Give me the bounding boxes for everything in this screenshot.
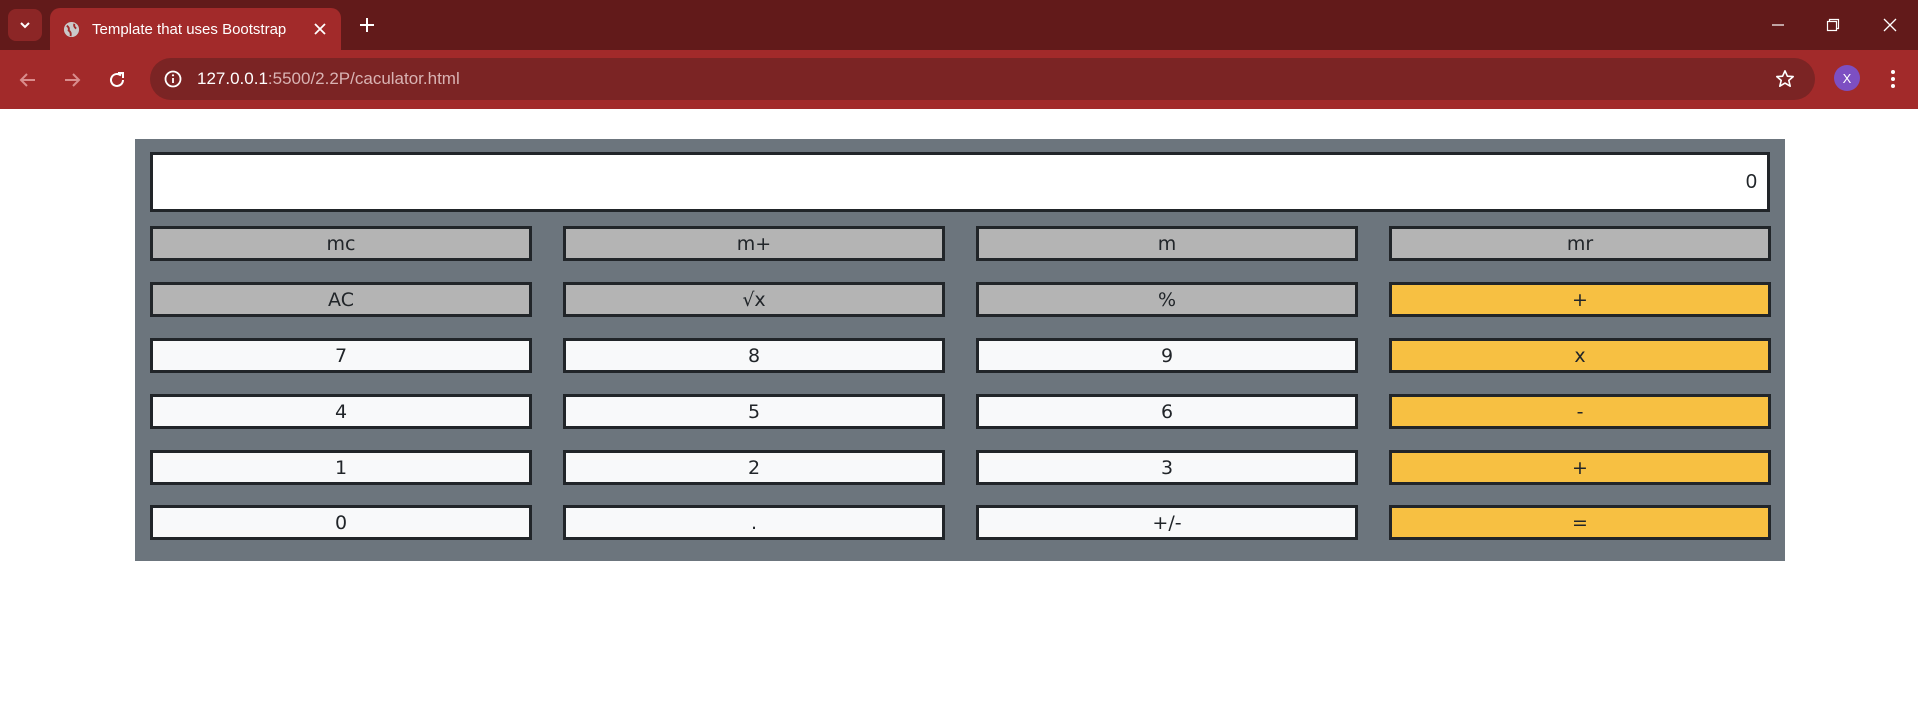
calc-key-10[interactable]: 9 [976, 338, 1358, 373]
calc-key-3[interactable]: mr [1389, 226, 1771, 261]
calc-key-19[interactable]: + [1389, 450, 1771, 485]
url-path: :5500/2.2P/caculator.html [267, 69, 460, 88]
minimize-icon [1772, 24, 1784, 26]
calc-key-4[interactable]: AC [150, 282, 532, 317]
info-icon[interactable] [161, 67, 185, 91]
star-icon[interactable] [1773, 67, 1797, 91]
plus-icon [360, 18, 374, 32]
back-button[interactable] [12, 64, 44, 96]
calculator-display: 0 [150, 152, 1770, 212]
calc-key-20[interactable]: 0 [150, 505, 532, 540]
new-tab-button[interactable] [352, 10, 382, 40]
calc-key-8[interactable]: 7 [150, 338, 532, 373]
calc-key-5[interactable]: √x [563, 282, 945, 317]
tab-search-button[interactable] [8, 9, 42, 41]
calc-key-7[interactable]: + [1389, 282, 1771, 317]
browser-tab[interactable]: Template that uses Bootstrap [50, 8, 341, 50]
browser-toolbar: 127.0.0.1:5500/2.2P/caculator.html X [0, 50, 1918, 109]
calc-key-23[interactable]: = [1389, 505, 1771, 540]
restore-icon [1826, 18, 1840, 32]
tab-bar: Template that uses Bootstrap [0, 0, 1918, 50]
restore-button[interactable] [1815, 10, 1851, 40]
forward-icon [65, 73, 81, 87]
minimize-button[interactable] [1760, 10, 1796, 40]
calc-key-21[interactable]: . [563, 505, 945, 540]
back-icon [19, 73, 35, 87]
calc-key-6[interactable]: % [976, 282, 1358, 317]
profile-avatar[interactable]: X [1834, 65, 1860, 91]
address-bar[interactable]: 127.0.0.1:5500/2.2P/caculator.html [150, 58, 1815, 100]
calc-key-22[interactable]: +/- [976, 505, 1358, 540]
calculator: 0 mc m+ m mr AC √x% +7 8 9 x 4 5 6- 1 2 3 +0. +/- = [135, 139, 1785, 561]
url-host: 127.0.0.1 [197, 69, 268, 88]
forward-button[interactable] [56, 64, 88, 96]
close-window-button[interactable] [1872, 10, 1908, 40]
calc-key-15[interactable]: - [1389, 394, 1771, 429]
calc-key-0[interactable]: mc [150, 226, 532, 261]
calc-key-11[interactable]: x [1389, 338, 1771, 373]
calc-key-18[interactable]: 3 [976, 450, 1358, 485]
reload-icon [110, 72, 124, 87]
chevron-down-icon [20, 22, 30, 29]
reload-button[interactable] [101, 64, 133, 96]
more-icon[interactable] [1880, 64, 1906, 94]
calc-key-1[interactable]: m+ [563, 226, 945, 261]
close-icon[interactable] [307, 16, 333, 42]
tab-title: Template that uses Bootstrap [92, 20, 287, 38]
calc-key-13[interactable]: 5 [563, 394, 945, 429]
calc-key-16[interactable]: 1 [150, 450, 532, 485]
url-text: 127.0.0.1:5500/2.2P/caculator.html [197, 69, 460, 89]
calc-key-9[interactable]: 8 [563, 338, 945, 373]
globe-icon [62, 20, 80, 38]
calc-key-2[interactable]: m [976, 226, 1358, 261]
close-icon [1883, 18, 1897, 32]
calc-key-14[interactable]: 6 [976, 394, 1358, 429]
calc-key-12[interactable]: 4 [150, 394, 532, 429]
calc-key-17[interactable]: 2 [563, 450, 945, 485]
